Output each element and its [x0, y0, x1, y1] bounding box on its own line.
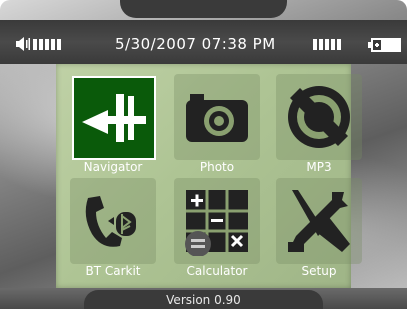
signal-bar [319, 39, 323, 50]
tools-icon [288, 190, 350, 252]
version-label: Version 0.90 [166, 293, 241, 307]
datetime: 5/30/2007 07:38 PM [115, 35, 276, 53]
menu-item-navigator[interactable]: Navigator [70, 74, 156, 174]
signal-bar [331, 39, 335, 50]
bluetooth-phone-icon [85, 196, 136, 247]
menu-item-setup[interactable]: Setup [276, 178, 362, 278]
menu-item-label: Setup [301, 264, 337, 278]
calculator-icon [185, 190, 248, 256]
battery-icon [368, 38, 401, 52]
speaker-icon [16, 37, 30, 51]
volume-bar [57, 39, 61, 50]
menu-item-photo[interactable]: Photo [174, 74, 260, 174]
signal-bar [325, 39, 329, 50]
cd-music-icon [288, 86, 350, 148]
signal-bar [337, 39, 341, 50]
signal-bar [313, 39, 317, 50]
menu-item-label: Calculator [186, 264, 248, 278]
menu-item-label: Photo [199, 160, 235, 174]
menu-item-mp3[interactable]: MP3 [276, 74, 362, 174]
menu-item-calculator[interactable]: Calculator [174, 178, 260, 278]
menu-item-bt-carkit[interactable]: BT Carkit [70, 178, 156, 278]
status-row: 5/30/2007 07:38 PM [0, 32, 407, 56]
navigator-icon [82, 94, 146, 142]
menu-item-label: BT Carkit [85, 264, 141, 278]
menu-item-label: Navigator [83, 160, 143, 174]
menu-screen: Navigator Photo MP3 BT Carkit Calculator… [56, 64, 362, 288]
camera-icon [186, 94, 248, 142]
top-notch [120, 0, 287, 18]
volume-bar [33, 39, 37, 50]
volume-bar [45, 39, 49, 50]
volume-bar [39, 39, 43, 50]
volume-bars [33, 39, 61, 50]
menu-item-label: MP3 [306, 160, 332, 174]
signal-bars [313, 39, 341, 50]
volume-bar [51, 39, 55, 50]
